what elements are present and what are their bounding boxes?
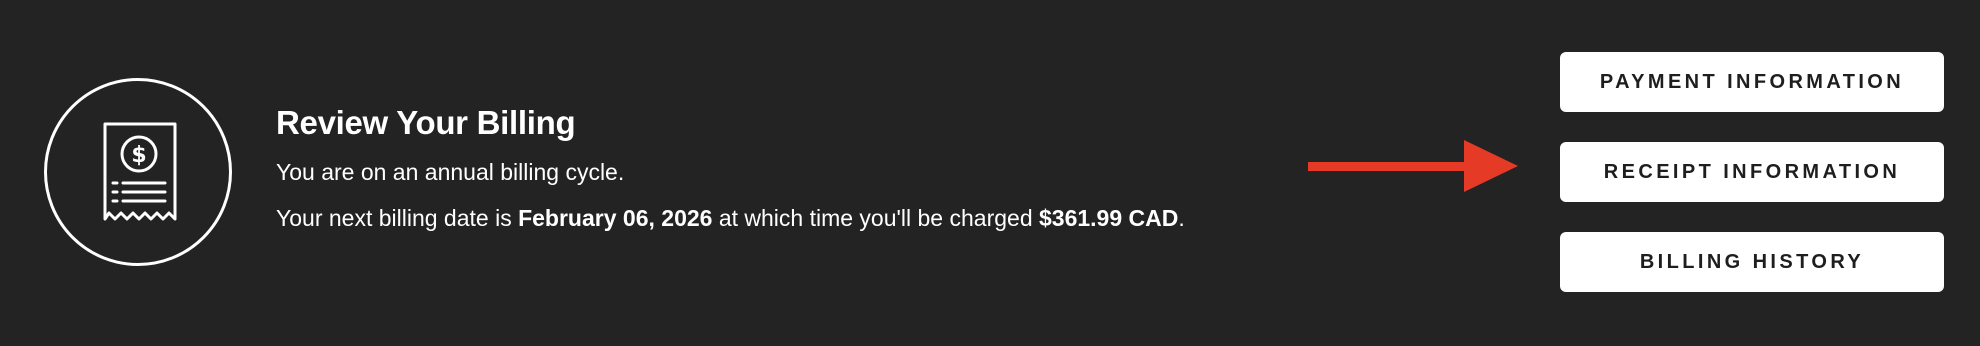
billing-summary: Review Your Billing You are on an annual… (276, 100, 1185, 234)
arrow-right-icon (1308, 140, 1518, 192)
billing-panel: $ Review Your Billing You are on an annu… (0, 0, 1980, 346)
next-billing-date: February 06, 2026 (518, 205, 713, 231)
billing-cycle-text: You are on an annual billing cycle. (276, 159, 625, 185)
next-billing-middle: at which time you'll be charged (712, 205, 1039, 231)
receipt-information-button[interactable]: RECEIPT INFORMATION (1560, 142, 1944, 202)
next-billing-suffix: . (1178, 205, 1185, 231)
billing-title: Review Your Billing (276, 104, 576, 141)
next-billing-prefix: Your next billing date is (276, 205, 519, 231)
receipt-dollar-icon: $ (44, 78, 232, 266)
billing-actions: PAYMENT INFORMATION RECEIPT INFORMATION … (1560, 52, 1944, 322)
next-billing-amount: $361.99 CAD (1039, 205, 1179, 231)
next-billing-text: Your next billing date is February 06, 2… (276, 202, 1185, 234)
billing-history-button[interactable]: BILLING HISTORY (1560, 232, 1944, 292)
payment-information-button[interactable]: PAYMENT INFORMATION (1560, 52, 1944, 112)
svg-text:$: $ (131, 143, 146, 168)
